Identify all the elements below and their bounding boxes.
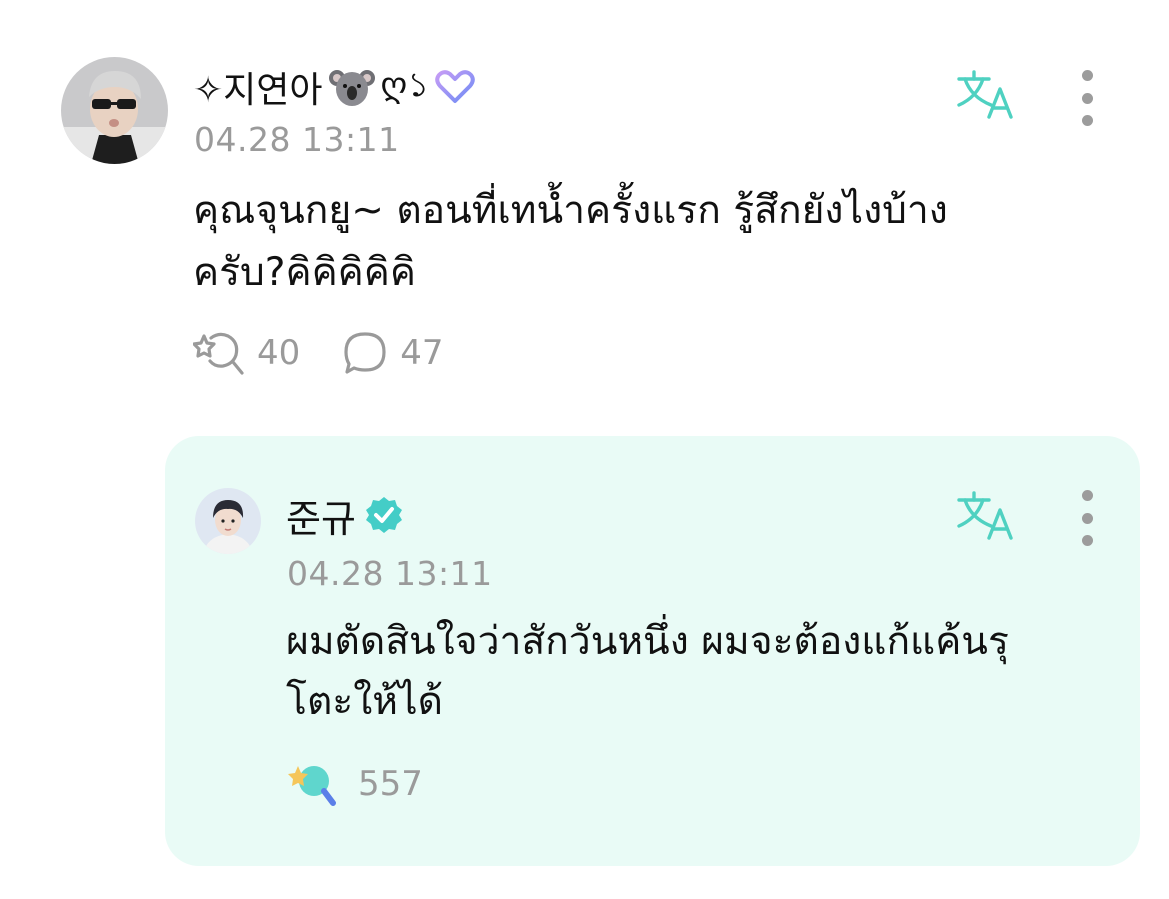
dot: [1081, 512, 1093, 524]
comment-text-line: คุณจุนกยู~ ตอนที่เทน้ำครั้งแรก รู้สึกยัง…: [193, 188, 948, 233]
reply-text-line: ผมตัดสินใจว่าสักวันหนึ่ง ผมจะต้องแก้แค้น…: [286, 619, 1009, 664]
comment-timestamp: 04.28 13:11: [194, 120, 400, 159]
liked-icon[interactable]: [286, 760, 338, 808]
verified-badge-icon: [364, 495, 404, 535]
reply-count: 47: [400, 333, 444, 373]
comment-thread: ✧지연아 ღ১ 04.28 13:11 คุณจุนกยู~ ตอนที่เทน…: [0, 0, 1169, 899]
dot: [1081, 92, 1093, 104]
dot: [1081, 70, 1093, 81]
more-options-button[interactable]: [1077, 490, 1097, 546]
comment-author[interactable]: ✧지연아 ღ১: [193, 62, 476, 112]
dot: [1081, 490, 1093, 501]
translate-button[interactable]: [955, 67, 1017, 123]
reply-timestamp: 04.28 13:11: [287, 554, 493, 593]
translate-icon: [957, 70, 1013, 119]
translate-button[interactable]: [955, 488, 1017, 544]
reply-text: ผมตัดสินใจว่าสักวันหนึ่ง ผมจะต้องแก้แค้น…: [286, 612, 1106, 732]
reply-reactions: 557: [286, 757, 423, 811]
comment-reactions: 40 47: [192, 325, 484, 381]
more-options-button[interactable]: [1077, 70, 1097, 126]
author-name: ✧지연아: [193, 70, 323, 111]
heart-badge-icon: [435, 69, 476, 105]
comment-text-line: ครับ?คิคิคิคิคิ: [193, 250, 416, 295]
avatar[interactable]: [61, 57, 168, 164]
like-count: 557: [358, 764, 423, 804]
dot: [1081, 115, 1093, 126]
like-icon[interactable]: [192, 329, 245, 377]
like-count: 40: [257, 333, 301, 373]
reply-text-line: โตะให้ได้: [286, 679, 443, 724]
avatar[interactable]: [195, 488, 261, 554]
translate-icon: [957, 491, 1013, 540]
author-suffix: ღ১: [380, 64, 430, 105]
reply-author[interactable]: 준규: [286, 490, 404, 541]
comment-text: คุณจุนกยู~ ตอนที่เทน้ำครั้งแรก รู้สึกยัง…: [193, 180, 1073, 304]
dot: [1081, 535, 1093, 546]
comment-bubble-icon[interactable]: [342, 330, 388, 376]
author-name: 준규: [286, 496, 356, 541]
koala-icon: [328, 66, 375, 108]
reply-card: 준규 04.28 13:11 ผมตัดสินใจว่าสักวันหนึ่ง …: [165, 436, 1140, 866]
